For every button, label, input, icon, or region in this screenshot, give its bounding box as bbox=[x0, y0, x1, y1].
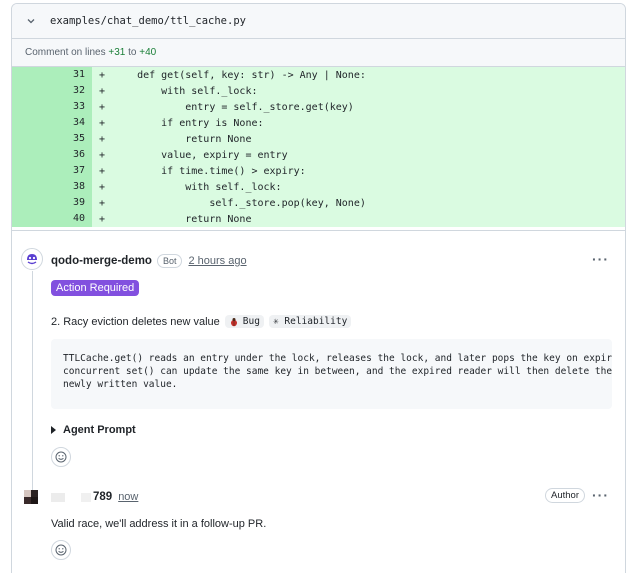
code-text: value, expiry = entry bbox=[113, 149, 288, 161]
line-number[interactable]: 40 bbox=[12, 211, 92, 227]
file-path[interactable]: examples/chat_demo/ttl_cache.py bbox=[50, 15, 246, 27]
description-line: concurrent set() can update the same key… bbox=[63, 366, 612, 377]
code-text: def get(self, key: str) -> Any | None: bbox=[113, 69, 366, 81]
agent-prompt-toggle[interactable]: Agent Prompt bbox=[51, 424, 136, 436]
code-line: 36 + value, expiry = entry bbox=[12, 147, 625, 163]
triangle-right-icon bbox=[51, 426, 56, 434]
line-start: +31 bbox=[108, 47, 126, 58]
code-text: entry = self._store.get(key) bbox=[113, 101, 354, 113]
code-text: if entry is None: bbox=[113, 117, 264, 129]
code-text: return None bbox=[113, 133, 252, 145]
tag-bug-label: Bug bbox=[242, 316, 260, 327]
code-line: 38 + with self._lock: bbox=[12, 179, 625, 195]
comment-range: Comment on lines +31 to +40 bbox=[12, 39, 625, 67]
code-line: 35 + return None bbox=[12, 131, 625, 147]
code-line: 39 + self._store.pop(key, None) bbox=[12, 195, 625, 211]
tag-bug: Bug bbox=[224, 315, 264, 328]
bot-author[interactable]: qodo-merge-demo bbox=[51, 255, 152, 267]
bot-avatar[interactable] bbox=[21, 248, 43, 270]
reply-meta: 789 now bbox=[51, 490, 138, 504]
author-badge: Author bbox=[545, 488, 585, 503]
comment-thread: qodo-merge-demo Bot 2 hours ago ··· Acti… bbox=[12, 230, 625, 560]
line-number[interactable]: 39 bbox=[12, 195, 92, 211]
code-text: with self._lock: bbox=[113, 181, 282, 193]
reply-author[interactable]: 789 bbox=[93, 491, 112, 503]
diff-sign: + bbox=[99, 133, 106, 145]
code-text: self._store.pop(key, None) bbox=[113, 197, 366, 209]
reply-menu-icon[interactable]: ··· bbox=[592, 487, 609, 503]
diff-sign: + bbox=[99, 69, 106, 81]
description-line: TTLCache.get() reads an entry under the … bbox=[63, 353, 612, 364]
reply-time[interactable]: now bbox=[118, 491, 138, 503]
line-number[interactable]: 33 bbox=[12, 99, 92, 115]
line-number[interactable]: 34 bbox=[12, 115, 92, 131]
bot-badge: Bot bbox=[156, 254, 183, 268]
bug-icon bbox=[230, 317, 237, 326]
issue-description: TTLCache.get() reads an entry under the … bbox=[51, 339, 612, 409]
code-text: with self._lock: bbox=[113, 85, 258, 97]
code-line: 32 + with self._lock: bbox=[12, 83, 625, 99]
code-block: 31 + def get(self, key: str) -> Any | Non… bbox=[12, 67, 625, 227]
code-text: if time.time() > expiry: bbox=[113, 165, 306, 177]
description-line: newly written value. bbox=[63, 379, 178, 390]
line-number[interactable]: 35 bbox=[12, 131, 92, 147]
line-number[interactable]: 31 bbox=[12, 67, 92, 83]
diff-sign: + bbox=[99, 165, 106, 177]
bot-comment-meta: qodo-merge-demo Bot 2 hours ago bbox=[51, 254, 247, 268]
line-number[interactable]: 36 bbox=[12, 147, 92, 163]
code-line: 31 + def get(self, key: str) -> Any | Non… bbox=[12, 67, 625, 83]
file-header[interactable]: examples/chat_demo/ttl_cache.py bbox=[12, 4, 625, 39]
diff-sign: + bbox=[99, 101, 106, 113]
line-number[interactable]: 37 bbox=[12, 163, 92, 179]
thread-line bbox=[32, 271, 33, 491]
comment-range-to: to bbox=[128, 47, 137, 58]
diff-sign: + bbox=[99, 181, 106, 193]
agent-prompt-label: Agent Prompt bbox=[63, 424, 136, 436]
action-required-label: Action Required bbox=[51, 280, 140, 296]
add-reaction-smiley-icon[interactable] bbox=[51, 540, 71, 560]
code-text: return None bbox=[113, 213, 252, 225]
diff-sign: + bbox=[99, 85, 106, 97]
code-line: 33 + entry = self._store.get(key) bbox=[12, 99, 625, 115]
redacted-name-part bbox=[51, 492, 65, 502]
code-line: 34 + if entry is None: bbox=[12, 115, 625, 131]
line-number[interactable]: 32 bbox=[12, 83, 92, 99]
chevron-down-icon[interactable] bbox=[26, 16, 36, 26]
add-reaction-smiley-icon[interactable] bbox=[51, 447, 71, 467]
issue-title-row: 2. Racy eviction deletes new value Bug ✳… bbox=[51, 315, 352, 328]
reply-body: Valid race, we'll address it in a follow… bbox=[51, 518, 267, 530]
comment-range-prefix: Comment on lines bbox=[25, 47, 106, 58]
bot-comment-time[interactable]: 2 hours ago bbox=[188, 255, 246, 267]
line-number[interactable]: 38 bbox=[12, 179, 92, 195]
user-avatar[interactable] bbox=[24, 490, 38, 504]
code-line: 40 + return None bbox=[12, 211, 625, 227]
tag-reliability: ✳ Reliability bbox=[268, 315, 352, 328]
code-line: 37 + if time.time() > expiry: bbox=[12, 163, 625, 179]
diff-sign: + bbox=[99, 117, 106, 129]
redacted-name-part bbox=[81, 492, 91, 502]
bot-comment-menu-icon[interactable]: ··· bbox=[592, 251, 609, 267]
issue-title: 2. Racy eviction deletes new value bbox=[51, 315, 220, 328]
diff-sign: + bbox=[99, 149, 106, 161]
diff-comment-panel: examples/chat_demo/ttl_cache.py Comment … bbox=[11, 3, 626, 573]
diff-sign: + bbox=[99, 213, 106, 225]
line-end: +40 bbox=[139, 47, 157, 58]
diff-sign: + bbox=[99, 197, 106, 209]
